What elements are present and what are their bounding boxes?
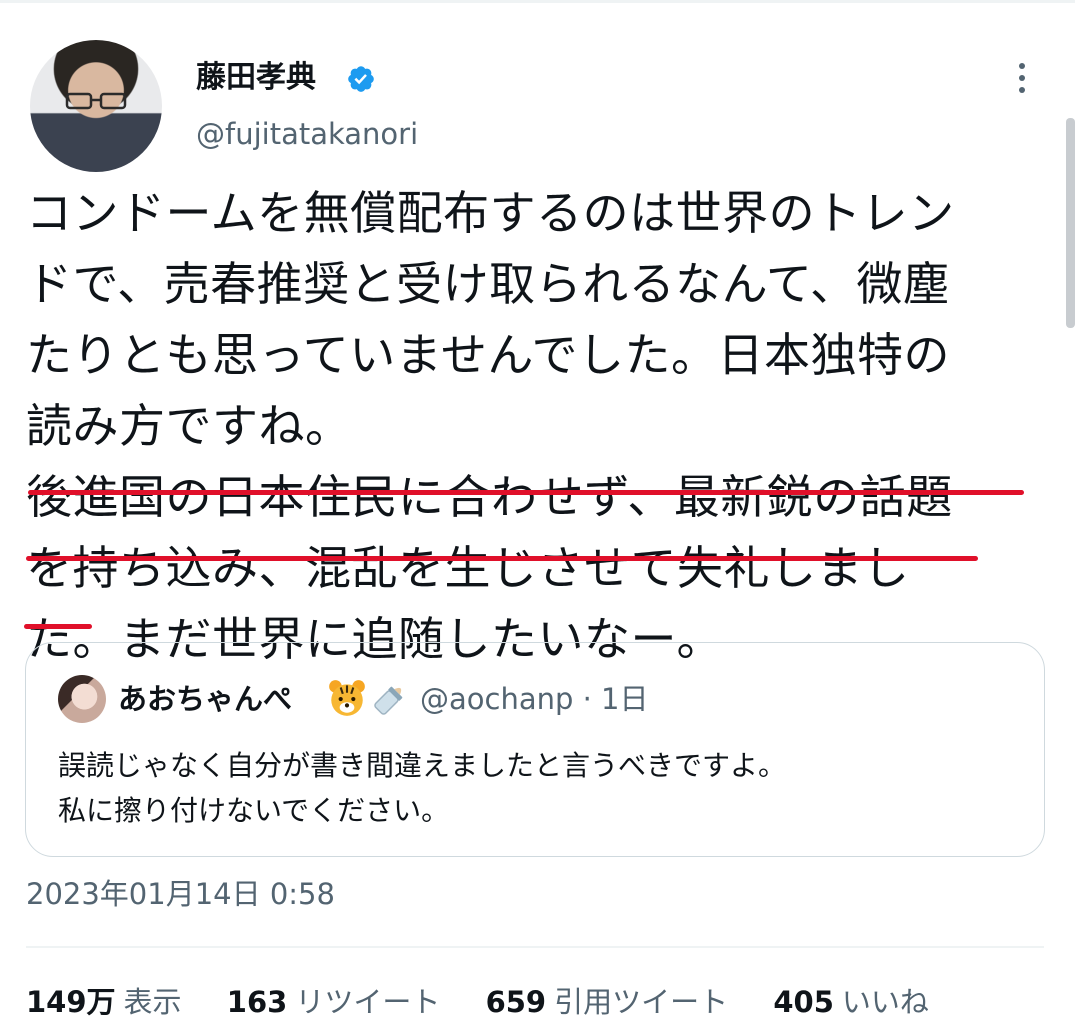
red-underline-annotation <box>26 556 978 561</box>
red-underline-annotation <box>24 624 92 629</box>
baby-bottle-icon <box>374 686 403 715</box>
tweet-timestamp[interactable]: 2023年01月14日 0:58 <box>26 874 335 914</box>
top-divider <box>0 0 1075 3</box>
quoted-author-name: あおちゃんぺ <box>118 682 293 716</box>
likes-stat[interactable]: 405 いいね <box>773 985 929 1019</box>
scrollbar-thumb[interactable] <box>1066 118 1075 328</box>
author-display-name[interactable]: 藤田孝典 <box>196 60 316 96</box>
likes-count: 405 <box>773 985 834 1019</box>
quoted-text-line: 誤読じゃなく自分が書き間違えましたと言うべきですよ。 <box>58 749 787 782</box>
tweet-line-highlighted: を持ち込み、混乱を生じさせて失礼しまし <box>26 541 910 595</box>
verified-badge-icon <box>348 66 374 92</box>
quotes-stat[interactable]: 659 引用ツイート <box>486 985 729 1019</box>
likes-label: いいね <box>841 985 929 1019</box>
more-options-icon[interactable] <box>1010 58 1034 98</box>
quoted-text-line: 私に擦り付けないでください。 <box>58 794 450 827</box>
retweets-count: 163 <box>226 985 288 1019</box>
glasses-graphic <box>65 92 127 110</box>
quoted-tweet-card[interactable]: あおちゃんぺ @aochanp · 1日 誤読じゃなく自分が書き間違えましたと言… <box>25 642 1045 857</box>
tweet-line-highlighted: 後進国の日本住民に合わせず、最新鋭の話題 <box>26 470 953 524</box>
quotes-label: 引用ツイート <box>554 985 729 1019</box>
tweet-line: たりとも思っていませんでした。日本独特の <box>26 328 951 382</box>
retweets-stat[interactable]: 163 リツイート <box>227 985 441 1019</box>
tiger-face-icon <box>329 680 365 716</box>
tweet-text: コンドームを無償配布するのは世界のトレン ドで、売春推奨と受け取られるなんて、微… <box>26 178 1046 675</box>
views-stat: 149万 表示 <box>26 985 182 1019</box>
quotes-count: 659 <box>485 985 547 1019</box>
tweet-stats: 149万 表示 163 リツイート 659 引用ツイート 405 いいね <box>26 980 965 1024</box>
stats-divider <box>26 946 1044 948</box>
author-handle[interactable]: @fujitatakanori <box>196 116 418 152</box>
quoted-tweet-text: 誤読じゃなく自分が書き間違えましたと言うべきですよ。 私に擦り付けないでください… <box>58 743 1008 833</box>
tweet-line: コンドームを無償配布するのは世界のトレン <box>26 186 955 240</box>
author-avatar[interactable] <box>30 40 162 172</box>
retweets-label: リツイート <box>295 985 441 1019</box>
quoted-author-avatar <box>58 675 106 723</box>
quoted-handle-date: @aochanp · 1日 <box>420 682 649 716</box>
tweet-line: 読み方ですね。 <box>26 399 352 453</box>
red-underline-annotation <box>28 490 1024 495</box>
views-label: 表示 <box>123 985 182 1019</box>
views-count: 149万 <box>26 985 116 1019</box>
tweet-line: ドで、売春推奨と受け取られるなんて、微塵 <box>26 257 950 311</box>
